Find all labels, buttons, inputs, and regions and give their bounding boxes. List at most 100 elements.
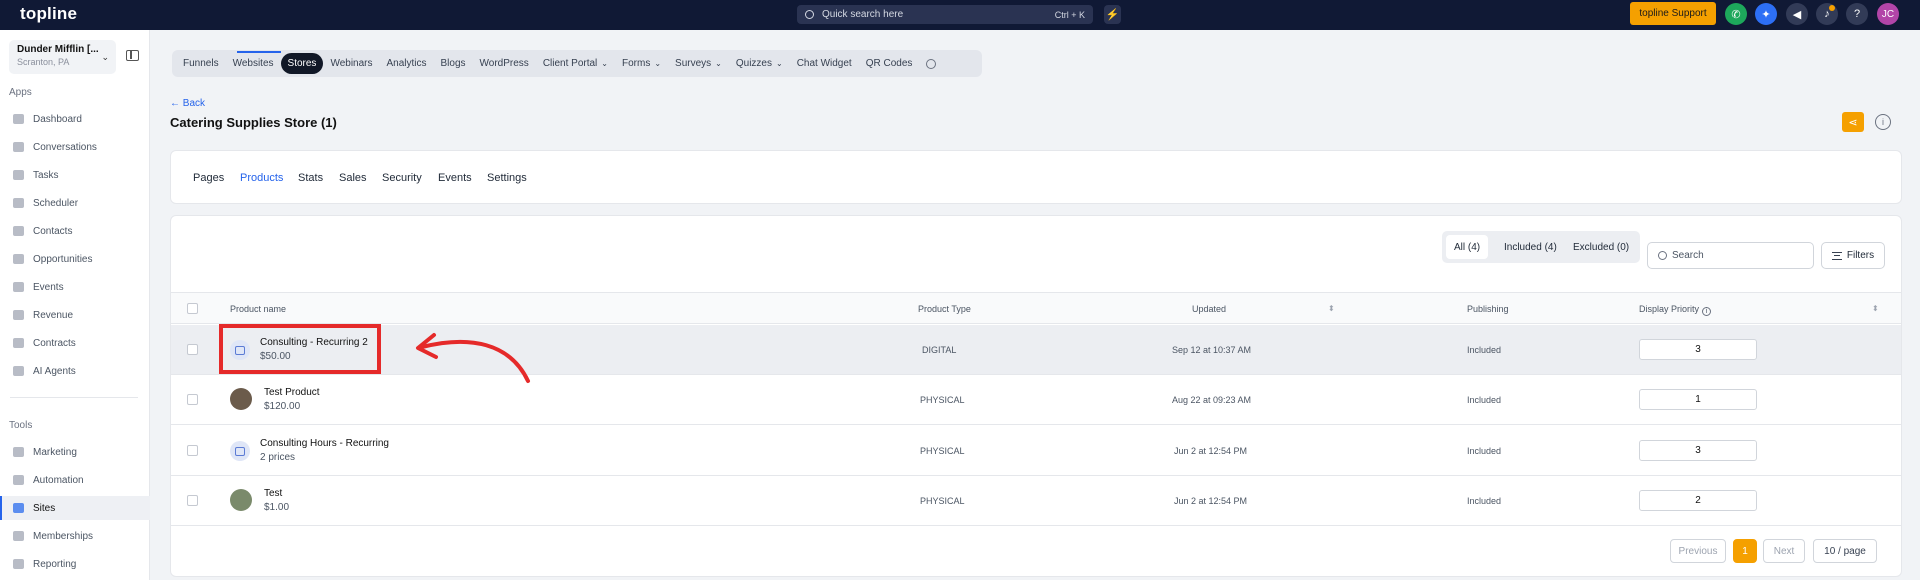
- nav-client-portal[interactable]: Client Portal ⌄: [536, 53, 615, 74]
- nav-analytics[interactable]: Analytics: [380, 53, 434, 74]
- megaphone-icon[interactable]: ◀: [1786, 3, 1808, 25]
- col-product-type: Product Type: [918, 304, 971, 314]
- updated-date: Jun 2 at 12:54 PM: [1174, 446, 1248, 456]
- reporting-icon: [13, 559, 24, 569]
- back-link[interactable]: ← Back: [170, 98, 205, 109]
- product-name[interactable]: Test: [264, 488, 282, 499]
- page-size-select[interactable]: 10 / page: [1813, 539, 1877, 563]
- sidebar-item-reporting[interactable]: Reporting: [0, 552, 150, 576]
- product-name[interactable]: Consulting Hours - Recurring: [260, 438, 389, 449]
- sort-icon[interactable]: ⬍: [1872, 304, 1879, 313]
- table-row[interactable]: Consulting Hours - Recurring 2 prices PH…: [171, 426, 1901, 476]
- sidebar-item-memberships[interactable]: Memberships: [0, 524, 150, 548]
- row-checkbox[interactable]: [187, 394, 198, 405]
- filter-all[interactable]: All (4): [1446, 235, 1489, 259]
- tab-events[interactable]: Events: [438, 172, 472, 184]
- sidebar-item-marketing[interactable]: Marketing: [0, 440, 150, 464]
- tab-stats[interactable]: Stats: [298, 172, 323, 184]
- row-checkbox[interactable]: [187, 344, 198, 355]
- sidebar-item-sites[interactable]: Sites: [0, 496, 150, 520]
- sidebar-item-dashboard[interactable]: Dashboard: [0, 107, 150, 131]
- products-panel: All (4) Included (4) Excluded (0) Search…: [170, 215, 1902, 577]
- sidebar-item-scheduler[interactable]: Scheduler: [0, 191, 150, 215]
- quick-search[interactable]: Quick search here Ctrl + K: [797, 5, 1093, 24]
- filter-included[interactable]: Included (4): [1496, 235, 1565, 259]
- sort-icon[interactable]: ⬍: [1328, 304, 1335, 313]
- avatar[interactable]: JC: [1877, 3, 1899, 25]
- tab-products[interactable]: Products: [240, 172, 283, 184]
- display-priority-input[interactable]: 3: [1639, 339, 1757, 360]
- tab-security[interactable]: Security: [382, 172, 422, 184]
- sidebar-item-contracts[interactable]: Contracts: [0, 331, 150, 355]
- tools-section-label: Tools: [9, 420, 33, 431]
- gear-icon[interactable]: [926, 58, 937, 69]
- nav-forms[interactable]: Forms ⌄: [615, 53, 668, 74]
- lightning-icon[interactable]: ⚡: [1104, 5, 1121, 24]
- sidebar-item-events[interactable]: Events: [0, 275, 150, 299]
- chevron-down-icon: ⌄: [775, 59, 783, 68]
- nav-surveys[interactable]: Surveys ⌄: [668, 53, 729, 74]
- search-shortcut: Ctrl + K: [1054, 9, 1085, 20]
- filters-button[interactable]: Filters: [1821, 242, 1885, 269]
- nav-stores[interactable]: Stores: [280, 53, 324, 74]
- search-icon: [1658, 251, 1667, 260]
- row-checkbox[interactable]: [187, 495, 198, 506]
- phone-icon[interactable]: ✆: [1725, 3, 1747, 25]
- nav-webinars[interactable]: Webinars: [323, 53, 379, 74]
- nav-wordpress[interactable]: WordPress: [473, 53, 536, 74]
- pagination-page-1[interactable]: 1: [1733, 539, 1757, 563]
- product-price: 2 prices: [260, 452, 296, 463]
- nav-chat-widget[interactable]: Chat Widget: [790, 53, 859, 74]
- info-icon[interactable]: i: [1875, 114, 1891, 130]
- memberships-icon: [13, 531, 24, 541]
- sidebar-item-opportunities[interactable]: Opportunities: [0, 247, 150, 271]
- location-switcher[interactable]: Dunder Mifflin [... Scranton, PA ⌄: [9, 40, 116, 74]
- sidebar-item-automation[interactable]: Automation: [0, 468, 150, 492]
- info-icon[interactable]: i: [1702, 307, 1712, 316]
- filter-excluded[interactable]: Excluded (0): [1565, 235, 1637, 259]
- nav-quizzes[interactable]: Quizzes ⌄: [729, 53, 790, 74]
- col-publishing: Publishing: [1467, 304, 1509, 314]
- location-name: Dunder Mifflin [...: [17, 44, 99, 55]
- pagination-next[interactable]: Next: [1763, 539, 1805, 563]
- col-updated[interactable]: Updated: [1192, 304, 1226, 314]
- sidebar-item-tasks[interactable]: Tasks: [0, 163, 150, 187]
- publishing-status: Included: [1467, 446, 1502, 456]
- quick-search-placeholder: Quick search here: [822, 9, 904, 20]
- sidebar-item-ai-agents[interactable]: AI Agents: [0, 359, 150, 383]
- pagination-previous[interactable]: Previous: [1670, 539, 1726, 563]
- help-icon[interactable]: ?: [1846, 3, 1868, 25]
- product-search-input[interactable]: Search: [1647, 242, 1814, 269]
- tab-pages[interactable]: Pages: [193, 172, 224, 184]
- support-button[interactable]: topline Support: [1630, 2, 1716, 25]
- nav-blogs[interactable]: Blogs: [434, 53, 473, 74]
- sidebar-collapse-icon[interactable]: [126, 50, 139, 61]
- tab-settings[interactable]: Settings: [487, 172, 527, 184]
- share-icon[interactable]: ⋖: [1842, 112, 1864, 132]
- display-priority-input[interactable]: 1: [1639, 389, 1757, 410]
- product-type: DIGITAL: [922, 345, 957, 355]
- app-logo[interactable]: topline: [20, 4, 77, 24]
- bell-icon[interactable]: ♪: [1816, 3, 1838, 25]
- select-all-checkbox[interactable]: [187, 303, 198, 314]
- sidebar-item-conversations[interactable]: Conversations: [0, 135, 150, 159]
- sidebar-item-revenue[interactable]: Revenue: [0, 303, 150, 327]
- table-row[interactable]: Test $1.00 PHYSICAL Jun 2 at 12:54 PM In…: [171, 476, 1901, 526]
- highlight-box: [219, 324, 381, 374]
- nav-qr-codes[interactable]: QR Codes: [859, 53, 920, 74]
- product-search-placeholder: Search: [1672, 250, 1704, 261]
- store-tabs: Pages Products Stats Sales Security Even…: [170, 150, 1902, 204]
- tab-sales[interactable]: Sales: [339, 172, 367, 184]
- magic-wand-icon[interactable]: ✦: [1755, 3, 1777, 25]
- nav-funnels[interactable]: Funnels: [176, 53, 226, 74]
- display-priority-input[interactable]: 3: [1639, 440, 1757, 461]
- display-priority-input[interactable]: 2: [1639, 490, 1757, 511]
- sidebar-item-contacts[interactable]: Contacts: [0, 219, 150, 243]
- row-checkbox[interactable]: [187, 445, 198, 456]
- product-type: PHYSICAL: [920, 395, 965, 405]
- product-name[interactable]: Test Product: [264, 387, 320, 398]
- publishing-status: Included: [1467, 395, 1502, 405]
- dashboard-icon: [13, 114, 24, 124]
- nav-websites[interactable]: Websites: [226, 53, 281, 74]
- chat-icon: [13, 142, 24, 152]
